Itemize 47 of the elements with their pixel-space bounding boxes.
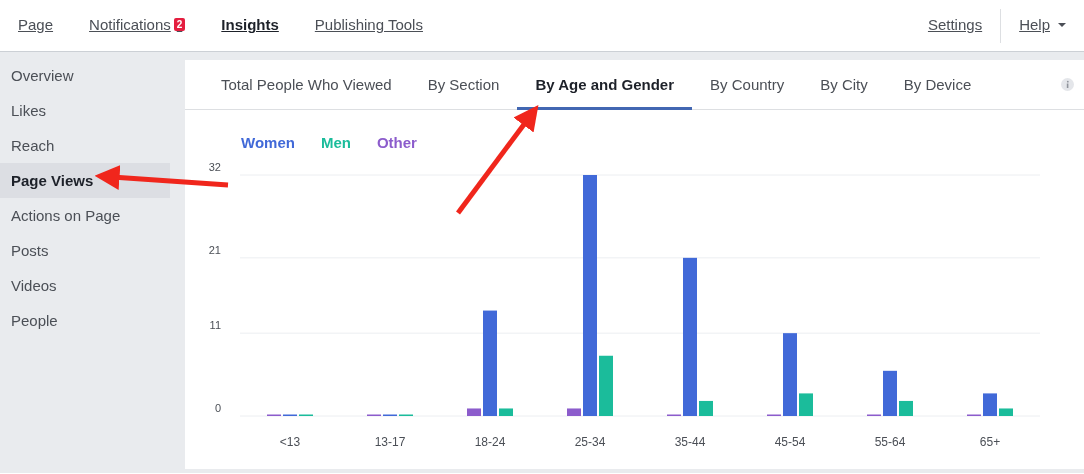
tab[interactable]: By Device <box>885 59 990 110</box>
bar <box>599 355 613 416</box>
tab[interactable]: By Age and Gender <box>517 59 693 110</box>
notification-badge: 2 <box>173 18 186 32</box>
sidebar-item[interactable]: Page Views <box>0 163 170 198</box>
sidebar-item[interactable]: Videos <box>0 268 170 303</box>
axis-label: 13-17 <box>374 434 406 449</box>
settings-link[interactable]: Settings <box>909 14 1001 37</box>
axis-label: 21 <box>208 243 221 256</box>
nav-link[interactable]: Notifications $^{2}$ <box>71 14 204 37</box>
bar <box>883 370 897 416</box>
axis-label: 65+ <box>979 434 1001 449</box>
nav-link[interactable]: Page <box>0 14 72 37</box>
sidebar-item[interactable]: Overview <box>0 58 170 93</box>
tab[interactable]: By City <box>802 59 886 110</box>
caret-icon <box>1058 23 1066 28</box>
legend-item[interactable]: Women <box>241 132 295 155</box>
tab[interactable]: By Section <box>409 59 518 110</box>
sidebar-item[interactable]: Reach <box>0 128 170 163</box>
sidebar-item[interactable]: Likes <box>0 93 170 128</box>
bar <box>499 407 513 416</box>
axis-label: 18-24 <box>474 434 506 449</box>
bar <box>467 407 481 416</box>
tab[interactable]: By Country <box>692 59 803 110</box>
sidebar-item[interactable]: Actions on Page <box>0 198 170 233</box>
bar <box>567 407 581 416</box>
bar <box>899 400 913 416</box>
help-dropdown[interactable]: Help <box>1001 14 1084 37</box>
legend-item[interactable]: Other <box>376 132 417 155</box>
info-icon[interactable] <box>1061 78 1074 91</box>
bar <box>999 407 1013 416</box>
sidebar-item[interactable]: Posts <box>0 233 170 268</box>
axis-label: 25-34 <box>574 434 606 449</box>
axis-label: <13 <box>279 434 301 449</box>
axis-label: 55-64 <box>874 434 906 449</box>
axis-label: 35-44 <box>674 434 706 449</box>
bar <box>699 400 713 416</box>
axis-label: 11 <box>209 318 221 331</box>
bar <box>799 392 813 416</box>
axis-label: 32 <box>208 160 221 173</box>
nav-link[interactable]: Insights <box>203 14 297 37</box>
nav-link[interactable]: Publishing Tools <box>296 14 441 37</box>
axis-label: 45-54 <box>774 434 806 449</box>
tab[interactable]: Total People Who Viewed <box>203 59 410 110</box>
sidebar-item[interactable]: People <box>0 303 170 338</box>
bar <box>983 392 997 416</box>
axis-label: 0 <box>214 401 221 414</box>
